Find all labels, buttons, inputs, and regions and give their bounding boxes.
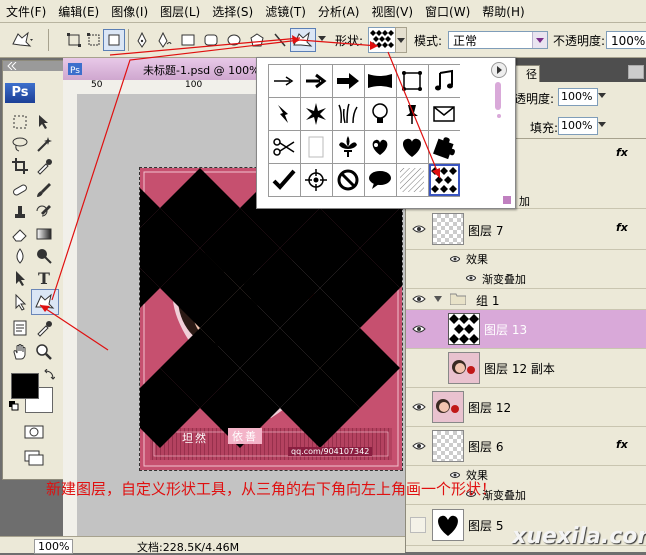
annotation-arrows (39, 35, 441, 351)
watermark: xuexila.com (512, 524, 646, 549)
instruction-caption: 新建图层，自定义形状工具，从三角的右下角向左上角画一个形状！ (46, 480, 497, 498)
